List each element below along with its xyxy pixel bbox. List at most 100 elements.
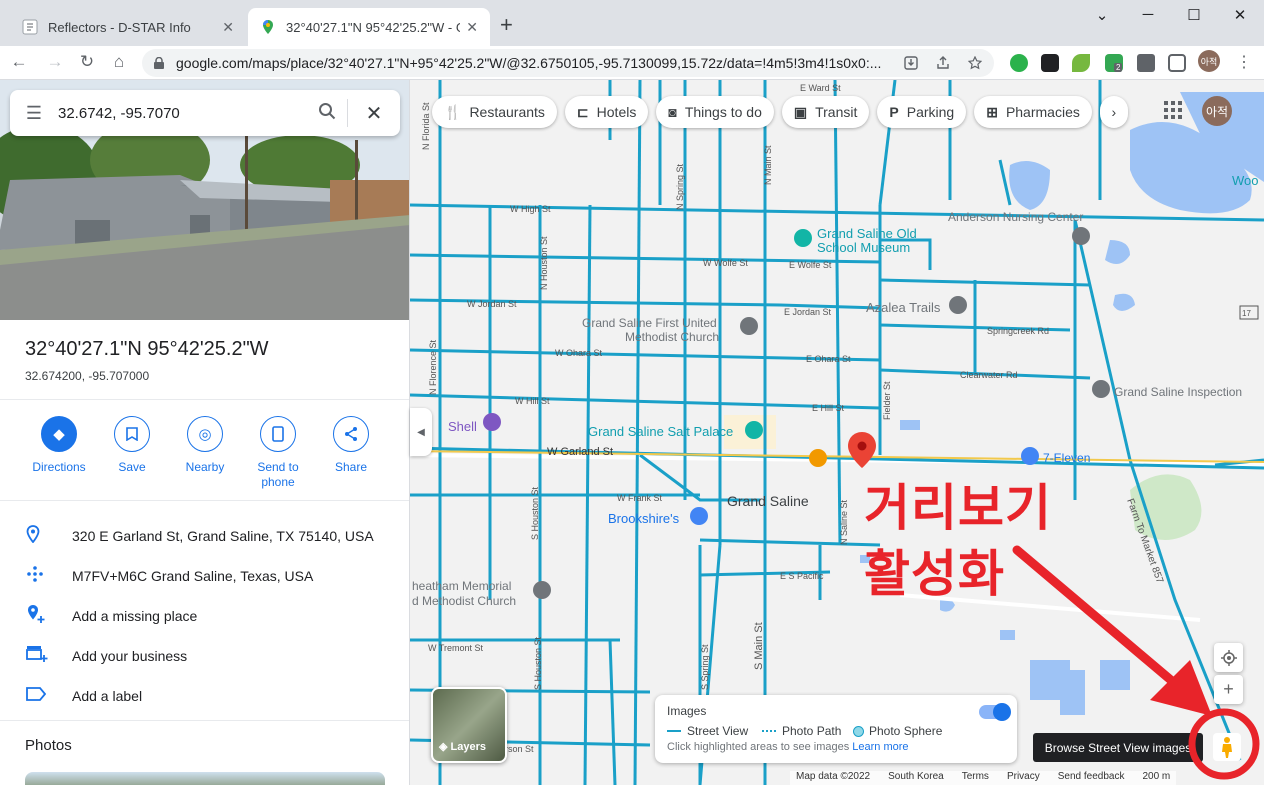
tab-close-icon[interactable]: ✕ xyxy=(466,19,478,36)
region-link[interactable]: South Korea xyxy=(888,771,944,785)
side-panel-icon[interactable] xyxy=(1168,54,1186,72)
place-title: 32°40'27.1"N 95°42'25.2"W xyxy=(25,338,269,360)
terms-link[interactable]: Terms xyxy=(962,771,989,785)
bookmark-star-icon[interactable] xyxy=(968,56,982,70)
chips-next-button[interactable]: › xyxy=(1099,96,1128,128)
nearby-icon: ◎ xyxy=(187,416,223,452)
home-button[interactable]: ⌂ xyxy=(108,52,130,72)
plant-extension-icon[interactable] xyxy=(1072,54,1090,72)
fork-knife-icon: 🍴 xyxy=(444,103,462,120)
install-icon[interactable] xyxy=(904,56,918,70)
divider xyxy=(0,720,409,721)
map-data-text: Map data ©2022 xyxy=(796,771,871,782)
images-panel: Images Street View Photo Path Photo Sphe… xyxy=(655,695,1017,763)
page-icon xyxy=(22,19,38,35)
poi-label: Methodist Church xyxy=(625,330,719,344)
street-view-toggle[interactable] xyxy=(979,703,1011,721)
close-search-icon[interactable]: ✕ xyxy=(348,101,400,126)
layers-button[interactable]: ◈ Layers xyxy=(431,687,507,763)
place-pin-icon xyxy=(1072,227,1090,245)
tab-title: 32°40'27.1"N 95°42'25.2"W - Go xyxy=(286,19,461,35)
nearby-button[interactable]: ◎ Nearby xyxy=(168,416,242,475)
town-label: Grand Saline xyxy=(727,493,809,509)
maximize-button[interactable]: ☐ xyxy=(1171,6,1217,24)
address-row[interactable]: 320 E Garland St, Grand Saline, TX 75140… xyxy=(0,516,409,556)
street-label: S Main St xyxy=(753,622,765,670)
chip-pharmacies[interactable]: ⊞ Pharmacies xyxy=(974,96,1092,128)
address-bar[interactable]: google.com/maps/place/32°40'27.1"N+95°42… xyxy=(142,49,994,77)
poi-label: Grand Saline Salt Palace xyxy=(588,424,733,439)
phone-icon xyxy=(260,416,296,452)
add-business-row[interactable]: Add your business xyxy=(0,636,409,676)
download-extension-icon[interactable] xyxy=(1041,54,1059,72)
photo-thumbnail[interactable] xyxy=(25,772,385,785)
label-icon xyxy=(0,686,72,706)
share-button[interactable]: Share xyxy=(314,416,388,475)
menu-icon[interactable]: ☰ xyxy=(10,103,58,124)
tab-google-maps[interactable]: 32°40'27.1"N 95°42'25.2"W - Go ✕ xyxy=(248,8,490,46)
chip-label: Restaurants xyxy=(469,104,545,120)
street-label: N Main St xyxy=(763,145,773,185)
add-missing-place-row[interactable]: Add a missing place xyxy=(0,596,409,636)
add-business-text: Add your business xyxy=(72,648,188,664)
poi-label: Azalea Trails xyxy=(866,300,941,315)
close-window-button[interactable]: ✕ xyxy=(1217,6,1263,24)
street-label: N Houston St xyxy=(539,236,549,290)
evernote-extension-icon[interactable] xyxy=(1010,54,1028,72)
profile-avatar[interactable]: 아적 xyxy=(1198,50,1220,72)
pegman-icon xyxy=(1222,737,1232,758)
poi-label: Brookshire's xyxy=(608,511,680,526)
place-pin-icon xyxy=(949,296,967,314)
search-input[interactable] xyxy=(58,104,307,122)
new-tab-button[interactable]: + xyxy=(500,12,513,38)
chip-parking[interactable]: P Parking xyxy=(877,96,967,128)
nearby-label: Nearby xyxy=(185,460,225,474)
search-icon[interactable] xyxy=(307,102,347,125)
add-place-icon xyxy=(0,604,72,629)
apps-grid-icon[interactable] xyxy=(1163,100,1183,120)
send-to-phone-label: Send to phone xyxy=(257,460,299,489)
send-feedback-link[interactable]: Send feedback xyxy=(1058,771,1125,785)
save-button[interactable]: Save xyxy=(95,416,169,475)
street-label: E Ward St xyxy=(800,83,841,93)
browser-toolbar: ← → ↻ ⌂ google.com/maps/place/32°40'27.1… xyxy=(0,46,1264,80)
extensions-puzzle-icon[interactable] xyxy=(1137,54,1155,72)
tab-search-chevron-icon[interactable]: ⌄ xyxy=(1079,6,1125,24)
share-page-icon[interactable] xyxy=(936,56,950,70)
street-label: S Houston St xyxy=(530,486,540,540)
account-avatar[interactable]: 아적 xyxy=(1202,96,1232,126)
scale-label[interactable]: 200 m xyxy=(1142,771,1170,785)
chip-transit[interactable]: ▣ Transit xyxy=(781,96,870,128)
my-location-button[interactable] xyxy=(1214,643,1243,672)
learn-more-link[interactable]: Learn more xyxy=(852,741,908,753)
church-icon xyxy=(740,317,758,335)
tab-close-icon[interactable]: ✕ xyxy=(222,19,234,36)
plus-code-row[interactable]: M7FV+M6C Grand Saline, Texas, USA xyxy=(0,556,409,596)
street-label: E Wolfe St xyxy=(789,260,832,270)
tab-reflectors[interactable]: Reflectors - D-STAR Info ✕ xyxy=(10,8,246,46)
poi-label: Grand Saline Inspection xyxy=(1114,385,1242,399)
back-button[interactable]: ← xyxy=(8,52,30,72)
bookmark-icon xyxy=(114,416,150,452)
street-label: S Spring St xyxy=(700,644,710,690)
forward-button[interactable]: → xyxy=(44,52,66,72)
minimize-button[interactable]: ─ xyxy=(1125,6,1171,23)
museum-icon xyxy=(794,229,812,247)
zoom-in-button[interactable]: + xyxy=(1214,675,1243,704)
chrome-menu-icon[interactable]: ⋮ xyxy=(1236,52,1252,72)
reload-button[interactable]: ↻ xyxy=(76,52,98,72)
collapse-panel-button[interactable]: ◀ xyxy=(410,408,432,456)
send-to-phone-button[interactable]: Send to phone xyxy=(241,416,315,490)
map-canvas[interactable]: W High St W Wolfe St E Wolfe St W Jordan… xyxy=(410,80,1264,785)
street-label: N Saline St xyxy=(839,499,849,545)
add-label-row[interactable]: Add a label xyxy=(0,676,409,716)
pegman-button[interactable] xyxy=(1213,733,1241,761)
street-label: N Spring St xyxy=(675,163,685,210)
chip-things-to-do[interactable]: ◙ Things to do xyxy=(656,96,774,128)
chip-hotels[interactable]: ⊏ Hotels xyxy=(564,96,649,128)
privacy-link[interactable]: Privacy xyxy=(1007,771,1040,785)
street-label: E Hill St xyxy=(812,403,845,413)
chip-restaurants[interactable]: 🍴 Restaurants xyxy=(432,96,557,128)
directions-button[interactable]: ◆ Directions xyxy=(22,416,96,475)
annotation-text: 거리보기 xyxy=(864,480,1052,536)
